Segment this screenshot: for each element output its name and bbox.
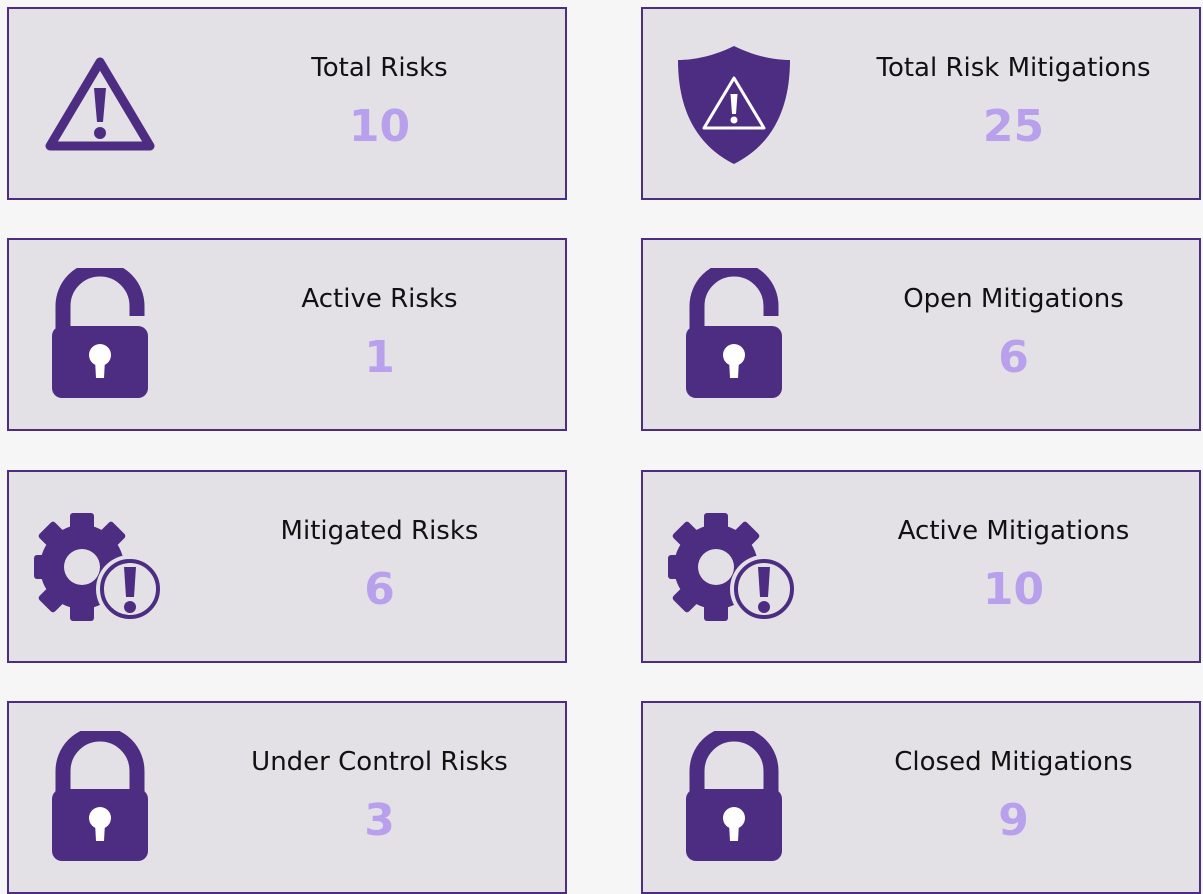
unlocked-padlock-icon (29, 264, 171, 406)
card-label: Total Risks (311, 53, 448, 83)
risk-dashboard: Total Risks 10 Total Risk Mitigations 25 (0, 0, 1203, 894)
unlocked-padlock-icon (663, 264, 805, 406)
gear-alert-icon (663, 496, 805, 638)
open-mitigations-card: Open Mitigations 6 (641, 238, 1201, 431)
card-value: 10 (982, 564, 1045, 615)
closed-mitigations-card: Closed Mitigations 9 (641, 701, 1201, 894)
card-value: 25 (982, 101, 1045, 152)
card-value: 10 (348, 101, 411, 152)
card-value: 6 (364, 564, 395, 615)
card-label: Active Risks (301, 284, 458, 314)
card-label: Under Control Risks (251, 747, 508, 777)
card-label: Open Mitigations (903, 284, 1124, 314)
shield-warning-icon (663, 33, 805, 175)
card-label: Active Mitigations (897, 516, 1130, 546)
card-value: 9 (998, 795, 1029, 846)
gear-alert-icon (29, 496, 171, 638)
locked-padlock-icon (29, 727, 171, 869)
warning-triangle-icon (29, 33, 171, 175)
card-value: 1 (364, 332, 395, 383)
card-label: Total Risk Mitigations (876, 53, 1151, 83)
card-label: Mitigated Risks (280, 516, 479, 546)
active-risks-card: Active Risks 1 (7, 238, 567, 431)
under-control-risks-card: Under Control Risks 3 (7, 701, 567, 894)
locked-padlock-icon (663, 727, 805, 869)
active-mitigations-card: Active Mitigations 10 (641, 470, 1201, 663)
total-risk-mitigations-card: Total Risk Mitigations 25 (641, 7, 1201, 200)
mitigated-risks-card: Mitigated Risks 6 (7, 470, 567, 663)
card-value: 6 (998, 332, 1029, 383)
card-value: 3 (364, 795, 395, 846)
card-label: Closed Mitigations (894, 747, 1133, 777)
total-risks-card: Total Risks 10 (7, 7, 567, 200)
